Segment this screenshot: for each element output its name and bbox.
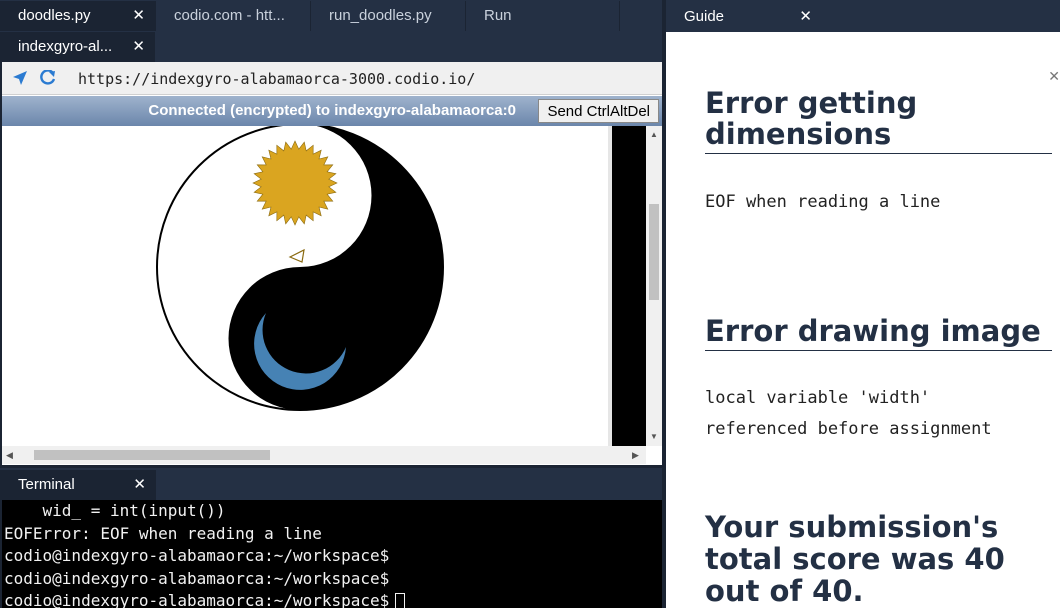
tab-label: codio.com - htt... xyxy=(174,7,285,24)
send-ctrlaltdel-button[interactable]: Send CtrlAltDel xyxy=(538,99,659,123)
url-text[interactable]: https://indexgyro-alabamaorca-3000.codio… xyxy=(78,70,475,88)
editor-tabbar-row2: indexgyro-al... ✕ xyxy=(0,32,662,62)
tab-doodles-py[interactable]: doodles.py ✕ xyxy=(0,1,155,31)
terminal-cursor xyxy=(395,593,406,608)
guide-panel: Guide ✕ ✕ Error getting dimensions EOF w… xyxy=(666,0,1060,608)
navigate-icon[interactable] xyxy=(12,70,28,91)
terminal[interactable]: wid_ = int(input()) EOFError: EOF when r… xyxy=(2,500,662,608)
guide-content: ✕ Error getting dimensions EOF when read… xyxy=(666,32,1060,608)
tab-label: Guide xyxy=(684,8,725,25)
tab-label: run_doodles.py xyxy=(329,7,432,24)
drawing-canvas[interactable] xyxy=(2,126,608,446)
scroll-left-icon[interactable]: ◀ xyxy=(6,450,13,461)
error-dimensions-heading: Error getting dimensions xyxy=(705,88,1052,154)
close-icon[interactable]: ✕ xyxy=(799,2,812,32)
tab-label: indexgyro-al... xyxy=(18,38,113,55)
tab-label: Terminal xyxy=(18,476,75,493)
yin-yang-drawing xyxy=(156,126,444,411)
terminal-line: wid_ = int(input()) xyxy=(4,501,226,520)
tab-run[interactable]: Run xyxy=(465,1,620,31)
tab-label: doodles.py xyxy=(18,7,91,24)
tab-run-doodles-py[interactable]: run_doodles.py xyxy=(310,1,465,31)
error-dimensions-message: EOF when reading a line xyxy=(705,192,941,212)
tab-guide[interactable]: Guide ✕ xyxy=(666,2,822,32)
refresh-icon[interactable] xyxy=(40,69,56,91)
url-bar: https://indexgyro-alabamaorca-3000.codio… xyxy=(2,62,662,95)
connection-status: Connected (encrypted) to indexgyro-alaba… xyxy=(148,102,516,119)
close-icon[interactable]: ✕ xyxy=(132,32,145,62)
tab-terminal[interactable]: Terminal ✕ xyxy=(0,470,156,500)
terminal-prompt-line: codio@indexgyro-alabamaorca:~/workspace$ xyxy=(4,591,406,608)
left-panel: doodles.py ✕ codio.com - htt... run_dood… xyxy=(0,0,664,608)
browser-preview: https://indexgyro-alabamaorca-3000.codio… xyxy=(2,62,662,465)
tab-indexgyro[interactable]: indexgyro-al... ✕ xyxy=(0,32,155,62)
terminal-line: codio@indexgyro-alabamaorca:~/workspace$ xyxy=(4,546,390,565)
editor-tabbar: doodles.py ✕ codio.com - htt... run_dood… xyxy=(0,0,662,32)
terminal-line: EOFError: EOF when reading a line xyxy=(4,524,322,543)
scroll-thumb[interactable] xyxy=(649,204,659,300)
scroll-right-icon[interactable]: ▶ xyxy=(632,450,639,461)
scroll-thumb[interactable] xyxy=(34,450,270,460)
terminal-line: codio@indexgyro-alabamaorca:~/workspace$ xyxy=(4,591,390,608)
terminal-line: codio@indexgyro-alabamaorca:~/workspace$ xyxy=(4,569,390,588)
scroll-down-icon[interactable]: ▼ xyxy=(650,432,658,441)
terminal-tabbar: Terminal ✕ xyxy=(0,468,662,500)
close-icon[interactable]: ✕ xyxy=(133,470,146,500)
close-icon[interactable]: ✕ xyxy=(1048,68,1060,85)
scroll-up-icon[interactable]: ▲ xyxy=(650,130,658,139)
score-summary: Your submission's total score was 40 out… xyxy=(705,511,1052,608)
vnc-status-bar: Connected (encrypted) to indexgyro-alaba… xyxy=(2,96,662,126)
horizontal-scrollbar[interactable]: ◀ ▶ xyxy=(2,446,646,464)
guide-tabbar: Guide ✕ xyxy=(666,0,1060,32)
tab-codio-com[interactable]: codio.com - htt... xyxy=(155,1,310,31)
close-icon[interactable]: ✕ xyxy=(132,1,145,31)
error-drawing-message: local variable 'width' xyxy=(705,388,931,408)
error-drawing-heading: Error drawing image xyxy=(705,315,1052,351)
error-drawing-message: referenced before assignment xyxy=(705,419,992,439)
tab-label: Run xyxy=(484,7,512,24)
vertical-scrollbar[interactable]: ▲ ▼ xyxy=(646,126,662,446)
canvas-overflow xyxy=(608,126,646,446)
